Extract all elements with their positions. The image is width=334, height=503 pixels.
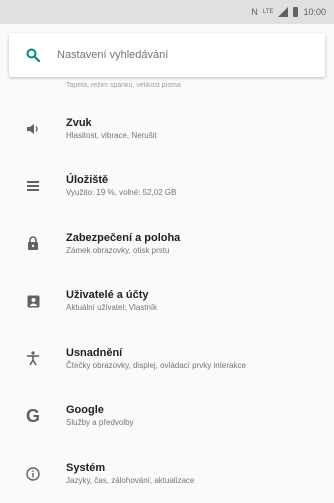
battery-icon xyxy=(293,7,299,17)
volume-icon xyxy=(0,123,66,135)
item-subtitle: Služby a předvolby xyxy=(66,418,134,428)
storage-icon xyxy=(0,180,66,192)
settings-item-users[interactable]: Uživatelé a účty Aktuální uživatel: Vlas… xyxy=(0,273,334,331)
item-subtitle: Hlasitost, vibrace, Nerušit xyxy=(66,130,157,140)
item-subtitle: Využito: 19 %, volné: 52,02 GB xyxy=(66,188,177,198)
item-title: Google xyxy=(66,404,104,417)
settings-list: Zvuk Hlasitost, vibrace, Nerušit Úložišt… xyxy=(0,100,334,503)
settings-item-sound[interactable]: Zvuk Hlasitost, vibrace, Nerušit xyxy=(0,100,334,158)
search-input[interactable]: Nastavení vyhledávání xyxy=(57,49,168,61)
search-bar[interactable]: Nastavení vyhledávání xyxy=(9,33,325,77)
info-icon xyxy=(0,467,66,481)
item-title: Uživatelé a účty xyxy=(66,289,149,302)
settings-item-google[interactable]: G Google Služby a předvolby xyxy=(0,388,334,446)
settings-item-system[interactable]: Systém Jazyky, čas, zálohování, aktualiz… xyxy=(0,445,334,503)
item-subtitle: Jazyky, čas, zálohování, aktualizace xyxy=(66,475,195,485)
account-icon xyxy=(0,295,66,308)
status-bar: N LTE 10:00 xyxy=(0,0,334,24)
item-subtitle: Čtečky obrazovky, displej, ovládací prvk… xyxy=(66,360,246,370)
settings-item-storage[interactable]: Úložiště Využito: 19 %, volné: 52,02 GB xyxy=(0,158,334,216)
signal-icon xyxy=(278,7,289,17)
settings-item-security[interactable]: Zabezpečení a poloha Zámek obrazovky, ot… xyxy=(0,215,334,273)
item-title: Usnadnění xyxy=(66,346,123,359)
scrolled-item-subtitle: Tapeta, režim spánku, velikost písma xyxy=(66,82,181,89)
google-icon: G xyxy=(25,405,40,426)
status-time: 10:00 xyxy=(303,7,326,17)
signal-label: LTE xyxy=(262,9,274,15)
item-title: Zvuk xyxy=(66,116,92,129)
item-subtitle: Zámek obrazovky, otisk prstu xyxy=(66,245,170,255)
item-title: Zabezpečení a poloha xyxy=(66,231,181,244)
lock-icon xyxy=(0,236,66,251)
search-icon[interactable] xyxy=(9,48,57,62)
accessibility-icon xyxy=(0,351,66,366)
settings-item-accessibility[interactable]: Usnadnění Čtečky obrazovky, displej, ovl… xyxy=(0,330,334,388)
item-title: Systém xyxy=(66,461,106,474)
item-title: Úložiště xyxy=(66,174,109,187)
item-subtitle: Aktuální uživatel: Vlastník xyxy=(66,303,158,313)
network-indicator: N xyxy=(251,7,258,17)
